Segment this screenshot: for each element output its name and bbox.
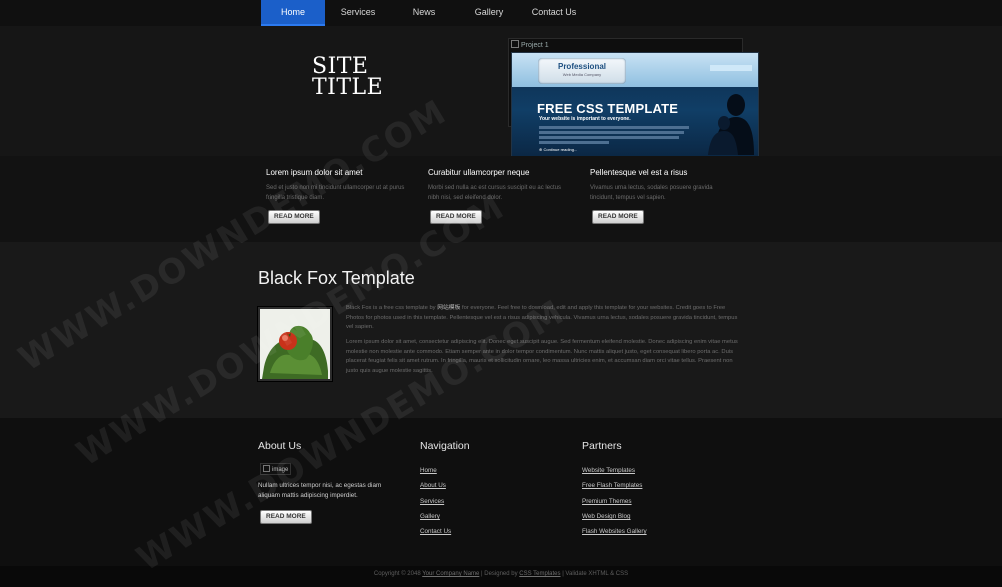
- footer-link-gallery[interactable]: Gallery: [420, 509, 451, 524]
- designed-by-text: | Designed by: [479, 571, 520, 577]
- body-paragraph: Lorem ipsum dolor sit amet, consectetur …: [346, 339, 738, 374]
- intro-paragraph: Black Fox is a free css template by 网站模板…: [346, 304, 738, 333]
- partner-link-free-flash-templates[interactable]: Free Flash Templates: [582, 478, 647, 493]
- slider-broken-image-alt[interactable]: Project 1: [511, 40, 549, 49]
- feature-title: Curabitur ullamcorper neque: [428, 168, 530, 177]
- feature-text: Sed et justo non mi tincidunt ullamcorpe…: [266, 185, 405, 201]
- read-more-button[interactable]: READ MORE: [592, 210, 644, 224]
- partners-list: Website Templates Free Flash Templates P…: [582, 463, 647, 539]
- slide-body-text: [539, 125, 689, 146]
- partners-heading: Partners: [582, 440, 622, 452]
- person-silhouette-icon: [708, 94, 754, 155]
- feature-text: Morbi sed nulla ac est cursus suscipit e…: [428, 185, 562, 201]
- page-title: Black Fox Template: [258, 268, 415, 288]
- slide-heading: FREE CSS TEMPLATE: [537, 101, 679, 116]
- site-title[interactable]: SITE TITLE: [312, 54, 432, 100]
- site-title-line-2: TITLE: [312, 75, 384, 100]
- slider-alt-text: Project 1: [521, 42, 549, 49]
- feature-text: Vivamus urna lectus, sodales posuere gra…: [590, 185, 713, 201]
- footer-nav-list: Home About Us Services Gallery Contact U…: [420, 463, 451, 539]
- footer-link-home[interactable]: Home: [420, 463, 451, 478]
- slide-badge: Professional Web Media Company: [538, 58, 626, 84]
- navigation-heading: Navigation: [420, 440, 470, 452]
- slide-bar: [710, 65, 752, 71]
- broken-image-icon: [263, 465, 270, 472]
- intro-text-start: Black Fox is a free css template by: [346, 305, 438, 311]
- copyright-text: Copyright © 2048: [373, 571, 423, 577]
- partner-link-web-design-blog[interactable]: Web Design Blog: [582, 509, 647, 524]
- main-content: Black Fox Template Black Fox is a free c…: [0, 242, 1002, 418]
- company-link[interactable]: Your Company Name: [422, 571, 479, 577]
- feature-title: Pellentesque vel est a risus: [590, 168, 688, 177]
- nav-services[interactable]: Services: [330, 0, 386, 26]
- site-title-line-1: SITE: [312, 54, 369, 79]
- copyright-bar: Copyright © 2048 Your Company Name | Des…: [0, 566, 1002, 587]
- nav-gallery[interactable]: Gallery: [461, 0, 517, 26]
- slide-badge-subtitle: Web Media Company: [562, 72, 602, 77]
- slide-subheading: Your website is important to everyone.: [539, 116, 631, 122]
- template-link[interactable]: 网站模板: [437, 305, 460, 311]
- tomato-icon: [260, 309, 330, 379]
- broken-image-icon: [511, 40, 519, 48]
- read-more-button[interactable]: READ MORE: [268, 210, 320, 224]
- footer-link-contact-us[interactable]: Contact Us: [420, 524, 451, 539]
- slide-continue-link[interactable]: ⊕ Continue reading...: [539, 147, 577, 152]
- about-heading: About Us: [258, 440, 302, 452]
- feature-title: Lorem ipsum dolor sit amet: [266, 168, 363, 177]
- nav-contact-us[interactable]: Contact Us: [526, 0, 582, 26]
- partner-link-flash-websites-gallery[interactable]: Flash Websites Gallery: [582, 524, 647, 539]
- validate-text: | Validate XHTML & CSS: [560, 571, 629, 577]
- nav-news[interactable]: News: [396, 0, 452, 26]
- footer: About Us image Nullam ultrices tempor ni…: [0, 418, 1002, 566]
- designer-link[interactable]: CSS Templates: [519, 571, 560, 577]
- slide-image[interactable]: Professional Web Media Company FREE CSS …: [511, 52, 759, 158]
- top-navigation: Home Services News Gallery Contact Us: [0, 0, 1002, 26]
- features-strip: Lorem ipsum dolor sit amet Sed et justo …: [0, 156, 1002, 242]
- tomato-image: [258, 307, 332, 381]
- footer-link-about-us[interactable]: About Us: [420, 478, 451, 493]
- about-image-alt: image: [272, 467, 289, 473]
- read-more-button[interactable]: READ MORE: [430, 210, 482, 224]
- about-broken-image: image: [260, 463, 292, 475]
- header: SITE TITLE Project 1 Professional Web Me…: [0, 26, 1002, 158]
- nav-home[interactable]: Home: [261, 0, 325, 26]
- slide-badge-title: Professional: [557, 62, 606, 71]
- read-more-button[interactable]: READ MORE: [260, 510, 312, 524]
- partner-link-premium-themes[interactable]: Premium Themes: [582, 494, 647, 509]
- about-text: Nullam ultrices tempor nisi, ac egestas …: [258, 482, 382, 499]
- partner-link-website-templates[interactable]: Website Templates: [582, 463, 647, 478]
- footer-link-services[interactable]: Services: [420, 494, 451, 509]
